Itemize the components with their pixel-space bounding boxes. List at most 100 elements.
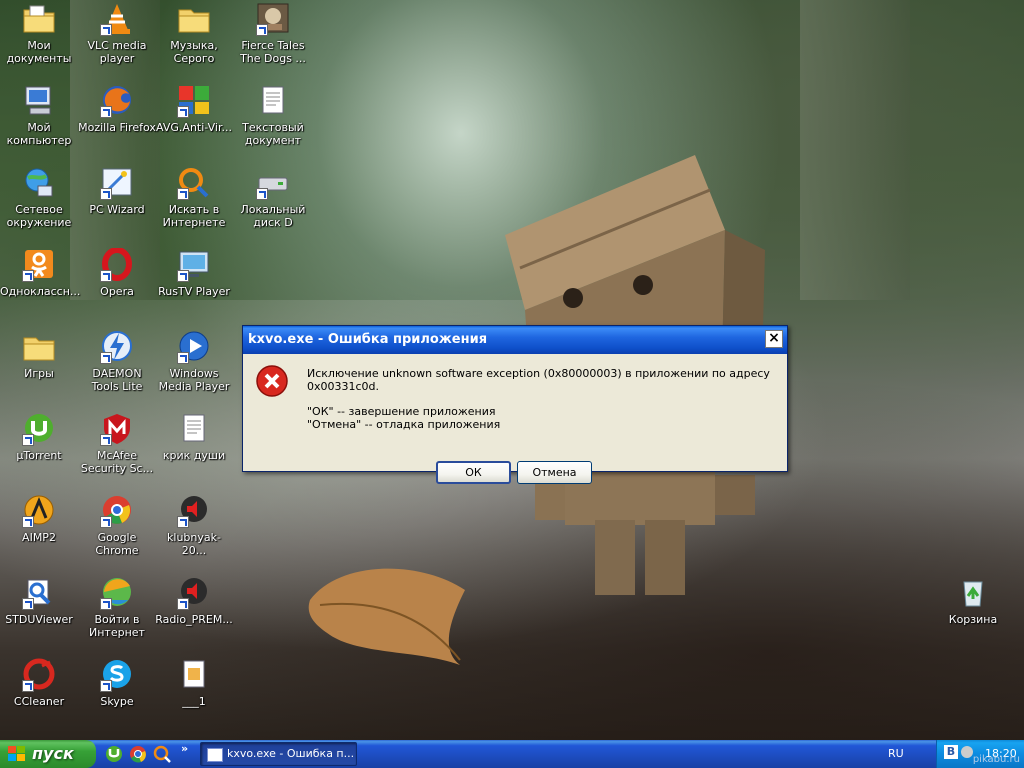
desktop-icon-pc-wizard[interactable]: PC Wizard <box>78 166 156 216</box>
shortcut-arrow-icon <box>177 106 189 118</box>
desktop-icon-label: CCleaner <box>13 695 65 708</box>
desktop-icon-music-folder[interactable]: Музыка, Серого <box>155 2 233 65</box>
folder-icon <box>22 330 56 364</box>
desktop-icon-label: Radio_PREM... <box>155 613 233 626</box>
desktop-icon-games[interactable]: Игры <box>0 330 78 380</box>
desktop-icon-label: Сетевое окружение <box>6 203 72 229</box>
folder-documents-icon <box>22 2 56 36</box>
desktop-icon-rustv[interactable]: RusTV Player <box>155 248 233 298</box>
desktop-icon-search-web[interactable]: Искать в Интернете <box>155 166 233 229</box>
desktop-icon-ccleaner[interactable]: CCleaner <box>0 658 78 708</box>
shortcut-arrow-icon <box>100 352 112 364</box>
desktop-icon-local-disk-d[interactable]: Локальный диск D <box>234 166 312 229</box>
shortcut-arrow-icon <box>100 680 112 692</box>
desktop-icon-opera[interactable]: Opera <box>78 248 156 298</box>
chrome-quicklaunch-icon[interactable] <box>128 744 148 764</box>
desktop-icon-aimp2[interactable]: AIMP2 <box>0 494 78 544</box>
desktop-icon-recycle-bin[interactable]: Корзина <box>934 576 1012 626</box>
skype-icon <box>100 658 134 692</box>
desktop-icon-windows-media-player[interactable]: Windows Media Player <box>155 330 233 393</box>
dialog-body: Исключение unknown software exception (0… <box>243 354 787 484</box>
shortcut-arrow-icon <box>100 270 112 282</box>
desktop-icon-vlc[interactable]: VLC media player <box>78 2 156 65</box>
desktop-icon-my-documents[interactable]: Мои документы <box>0 2 78 65</box>
desktop-icon-daemon-tools[interactable]: DAEMON Tools Lite <box>78 330 156 393</box>
desktop-icon-label: AVG.Anti-Vir... <box>156 121 232 134</box>
desktop-icon-label: RusTV Player <box>158 285 230 298</box>
desktop-icon-odnoklassniki[interactable]: Одноклассн... <box>0 248 80 298</box>
windows-logo-icon <box>8 746 25 761</box>
aimp-icon <box>22 494 56 528</box>
desktop-icon-label: Fierce Tales The Dogs ... <box>240 39 306 65</box>
desktop-icon-label: Мой компьютер <box>6 121 72 147</box>
dialog-message-line: "ОК" -- завершение приложения <box>307 405 496 418</box>
pcwizard-icon <box>100 166 134 200</box>
start-label: пуск <box>32 744 74 763</box>
desktop-icon-label: ___1 <box>182 695 206 708</box>
desktop-icon-text-document[interactable]: Текстовый документ <box>234 84 312 147</box>
utorrent-icon <box>22 412 56 446</box>
shortcut-arrow-icon <box>100 434 112 446</box>
shortcut-arrow-icon <box>100 598 112 610</box>
utorrent-quicklaunch-icon[interactable] <box>104 744 124 764</box>
desktop-icon-label: Opera <box>100 285 134 298</box>
search-web-icon <box>177 166 211 200</box>
shortcut-arrow-icon <box>22 434 34 446</box>
error-icon <box>255 364 289 398</box>
desktop-icon-label: DAEMON Tools Lite <box>91 367 143 393</box>
search-web-quicklaunch-icon[interactable] <box>152 744 172 764</box>
shortcut-arrow-icon <box>177 598 189 610</box>
dialog-message-line: Исключение unknown software exception (0… <box>307 367 770 393</box>
desktop-icon-network[interactable]: Сетевое окружение <box>0 166 78 229</box>
shortcut-arrow-icon <box>177 516 189 528</box>
dialog-title-bar[interactable]: kxvo.exe - Ошибка приложения × <box>243 326 787 354</box>
close-icon: × <box>768 330 780 346</box>
desktop-icon-skype[interactable]: Skype <box>78 658 156 708</box>
tray-badge-icon[interactable]: В <box>944 745 958 759</box>
tray-speaker-icon[interactable] <box>961 746 973 758</box>
desktop-icon-internet-connect[interactable]: Войти в Интернет <box>78 576 156 639</box>
desktop-icon-my-computer[interactable]: Мой компьютер <box>0 84 78 147</box>
desktop-icon-file-1[interactable]: ___1 <box>155 658 233 708</box>
desktop-icon-fierce-tales[interactable]: Fierce Tales The Dogs ... <box>234 2 312 65</box>
wallpaper-leaf <box>308 568 465 665</box>
shortcut-arrow-icon <box>22 680 34 692</box>
desktop-icon-klubnyak[interactable]: klubnyak-20... <box>155 494 233 557</box>
quicklaunch-chevron-icon[interactable]: » <box>181 742 188 755</box>
desktop-icon-label: STDUViewer <box>5 613 73 626</box>
shortcut-arrow-icon <box>177 270 189 282</box>
audio-file-icon <box>177 576 211 610</box>
tv-icon <box>177 248 211 282</box>
desktop-icon-label: Мои документы <box>6 39 72 65</box>
avg-icon <box>177 84 211 118</box>
taskbar-button-error-dialog[interactable]: kxvo.exe - Ошибка п... <box>200 742 357 766</box>
desktop-icon-radio-prem[interactable]: Radio_PREM... <box>155 576 233 626</box>
desktop-icon-utorrent[interactable]: µTorrent <box>0 412 78 462</box>
game-icon <box>256 2 290 36</box>
cancel-button[interactable]: Отмена <box>517 461 592 484</box>
text-document-icon <box>256 84 290 118</box>
close-button[interactable]: × <box>765 330 783 348</box>
ok-button[interactable]: ОК <box>436 461 511 484</box>
window-icon <box>207 748 223 762</box>
shortcut-arrow-icon <box>100 24 112 36</box>
start-button[interactable]: пуск <box>0 740 96 768</box>
desktop-icon-label: Windows Media Player <box>158 367 230 393</box>
language-indicator[interactable]: RU <box>888 740 904 768</box>
desktop-icon-label: Google Chrome <box>95 531 139 557</box>
desktop-icon-label: крик души <box>162 449 226 462</box>
desktop-icon-stduviewer[interactable]: STDUViewer <box>0 576 78 626</box>
desktop-icon-label: Войти в Интернет <box>89 613 145 639</box>
dialog-message-line: "Отмена" -- отладка приложения <box>307 418 501 431</box>
desktop-icon-krik-dushi[interactable]: крик души <box>155 412 233 462</box>
file-icon <box>177 658 211 692</box>
wallpaper-tree <box>800 0 910 300</box>
desktop-icon-google-chrome[interactable]: Google Chrome <box>78 494 156 557</box>
desktop-icon-mcafee[interactable]: McAfee Security Sc... <box>78 412 156 475</box>
desktop-icon-avg[interactable]: AVG.Anti-Vir... <box>155 84 233 134</box>
desktop-icon-label: Skype <box>100 695 134 708</box>
folder-icon <box>177 2 211 36</box>
desktop-icon-firefox[interactable]: Mozilla Firefox <box>78 84 156 134</box>
network-icon <box>22 166 56 200</box>
drive-icon <box>256 166 290 200</box>
